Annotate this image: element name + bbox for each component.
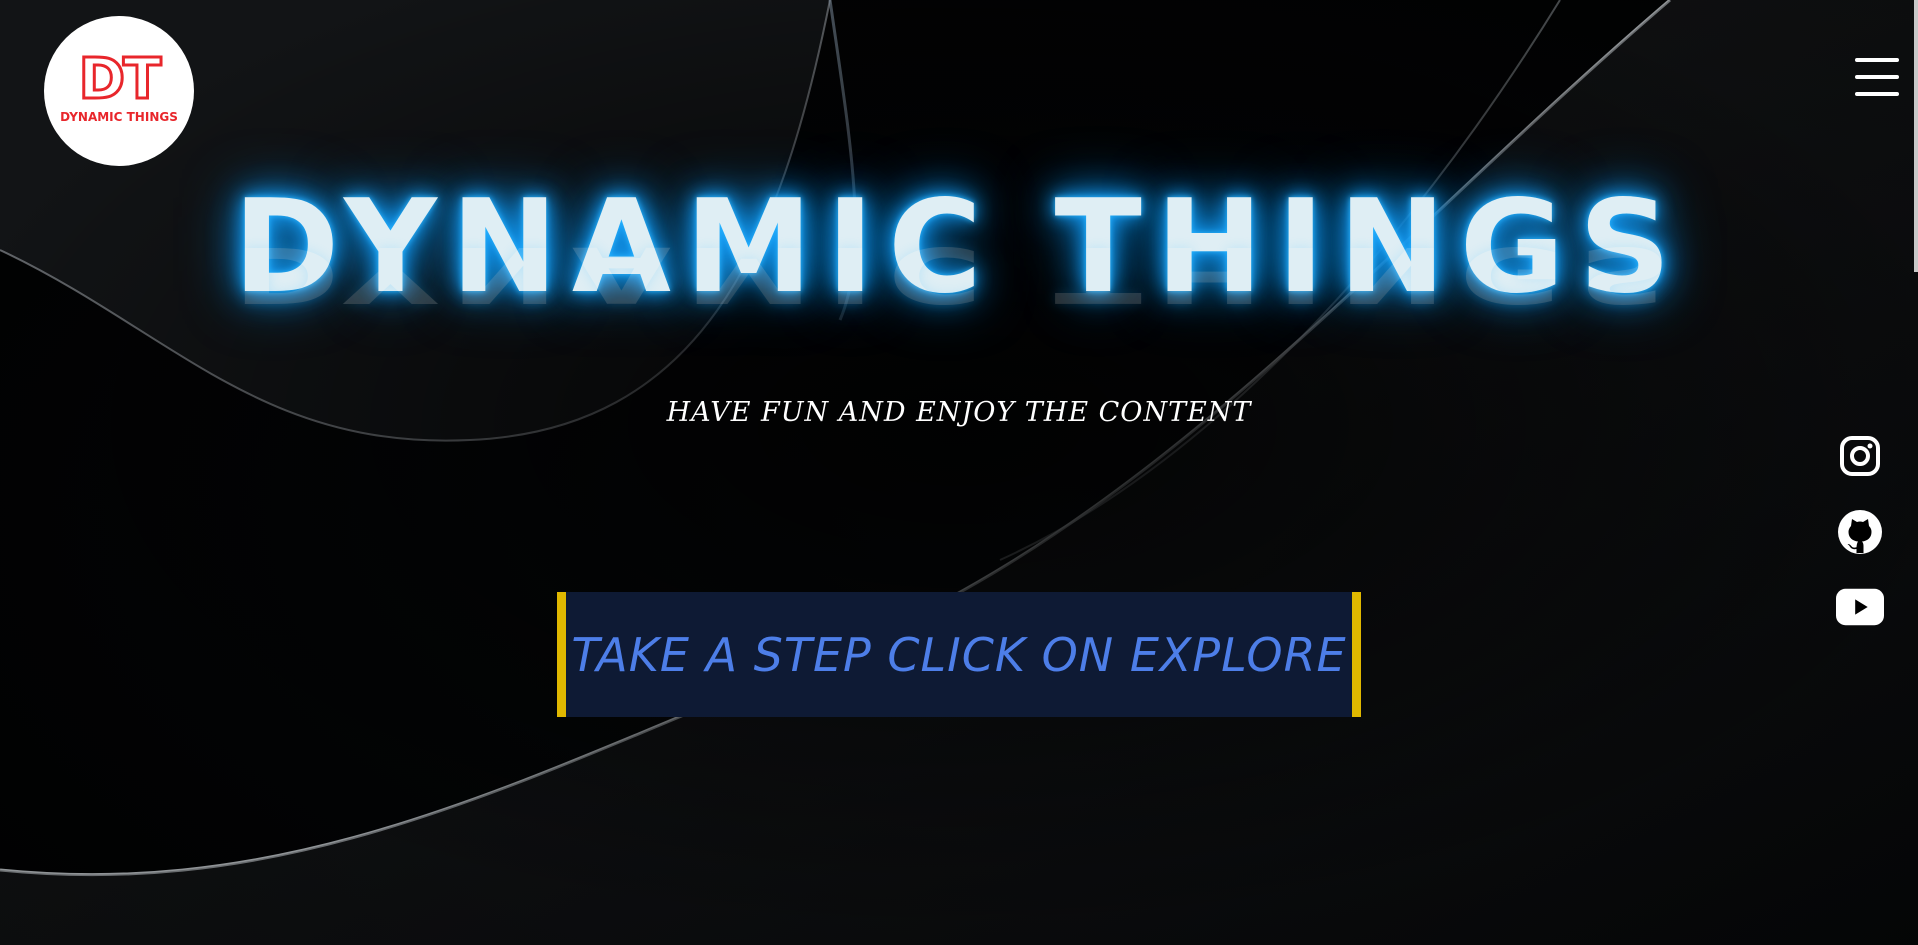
- menu-bar-bottom: [1855, 92, 1899, 96]
- github-icon[interactable]: [1836, 508, 1884, 556]
- hero-title: DYNAMIC THINGS: [233, 173, 1685, 322]
- site-logo[interactable]: DT DYNAMIC THINGS: [44, 16, 194, 166]
- hero-tagline: HAVE FUN AND ENJOY THE CONTENT: [666, 397, 1252, 428]
- landing-page: DT DYNAMIC THINGS DYNAMIC THINGS DYNAMIC…: [0, 0, 1918, 945]
- logo-mark: DT: [77, 47, 163, 112]
- hamburger-menu-icon[interactable]: [1855, 58, 1899, 96]
- background-waves: [0, 0, 1918, 945]
- youtube-icon[interactable]: [1836, 583, 1884, 631]
- explore-button[interactable]: TAKE A STEP CLICK ON EXPLORE: [557, 592, 1361, 717]
- menu-bar-top: [1855, 58, 1899, 62]
- logo-text: DYNAMIC THINGS: [60, 110, 178, 124]
- explore-button-label: TAKE A STEP CLICK ON EXPLORE: [571, 627, 1347, 682]
- menu-bar-middle: [1855, 75, 1899, 79]
- instagram-icon[interactable]: [1836, 432, 1884, 480]
